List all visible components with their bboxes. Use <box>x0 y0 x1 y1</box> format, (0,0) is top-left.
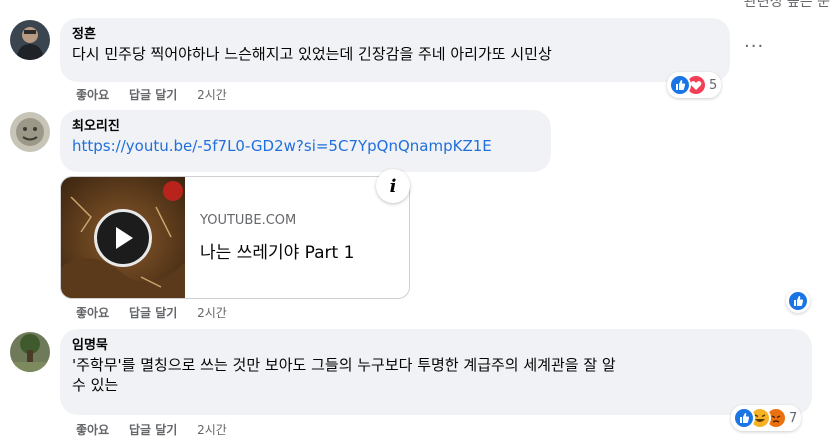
like-icon <box>669 74 691 96</box>
reply-button[interactable]: 답글 달기 <box>129 88 177 102</box>
comment-actions: 좋아요 답글 달기 2시간 <box>76 304 227 321</box>
reaction-summary[interactable] <box>786 289 810 313</box>
comment-text: 다시 민주당 찍어야하나 느슨해지고 있었는데 긴장감을 주네 아리가또 시민상 <box>72 45 552 63</box>
reaction-summary[interactable]: 5 <box>667 72 722 98</box>
timestamp[interactable]: 2시간 <box>197 306 227 320</box>
like-button[interactable]: 좋아요 <box>76 306 109 320</box>
reply-button[interactable]: 답글 달기 <box>129 423 177 437</box>
comment-text-line: 수 있는 <box>72 376 119 394</box>
comment-bubble: 최오리진 https://youtu.be/-5f7L0-GD2w?si=5C7… <box>60 110 551 172</box>
info-button[interactable]: i <box>376 169 410 203</box>
comment-bubble: 임명묵 '주학무'를 멸칭으로 쓰는 것만 보아도 그들의 누구보다 투명한 계… <box>60 329 812 415</box>
avatar[interactable] <box>10 112 50 152</box>
comment-author[interactable]: 최오리진 <box>72 118 539 136</box>
link-preview-card[interactable]: YOUTUBE.COM 나는 쓰레기야 Part 1 <box>60 176 410 299</box>
avatar[interactable] <box>10 332 50 372</box>
comment-actions: 좋아요 답글 달기 2시간 <box>76 86 227 103</box>
timestamp[interactable]: 2시간 <box>197 423 227 437</box>
comment-author[interactable]: 정흔 <box>72 26 718 44</box>
comment-text-line: '주학무'를 멸칭으로 쓰는 것만 보아도 그들의 누구보다 투명한 계급주의 … <box>72 356 616 374</box>
play-button[interactable] <box>94 209 152 267</box>
reaction-count: 7 <box>789 410 798 426</box>
like-button[interactable]: 좋아요 <box>76 88 109 102</box>
like-icon <box>733 407 755 429</box>
comment-actions: 좋아요 답글 달기 2시간 <box>76 421 227 438</box>
comment-author[interactable]: 임명묵 <box>72 337 800 355</box>
reply-button[interactable]: 답글 달기 <box>129 306 177 320</box>
reaction-count: 5 <box>709 77 718 93</box>
comment-link[interactable]: https://youtu.be/-5f7L0-GD2w?si=5C7YpQnQ… <box>72 137 492 155</box>
like-button[interactable]: 좋아요 <box>76 423 109 437</box>
play-icon <box>116 227 133 249</box>
sort-label-partial[interactable]: 관련성 높은 순 <box>744 0 830 11</box>
reaction-summary[interactable]: 7 <box>731 405 802 431</box>
comment-bubble: 정흔 다시 민주당 찍어야하나 느슨해지고 있었는데 긴장감을 주네 아리가또 … <box>60 18 730 82</box>
preview-domain: YOUTUBE.COM <box>200 213 297 228</box>
preview-title[interactable]: 나는 쓰레기야 Part 1 <box>200 238 354 263</box>
avatar[interactable] <box>10 20 50 60</box>
like-icon <box>789 292 807 310</box>
timestamp[interactable]: 2시간 <box>197 88 227 102</box>
more-options-button[interactable]: ··· <box>744 36 764 57</box>
